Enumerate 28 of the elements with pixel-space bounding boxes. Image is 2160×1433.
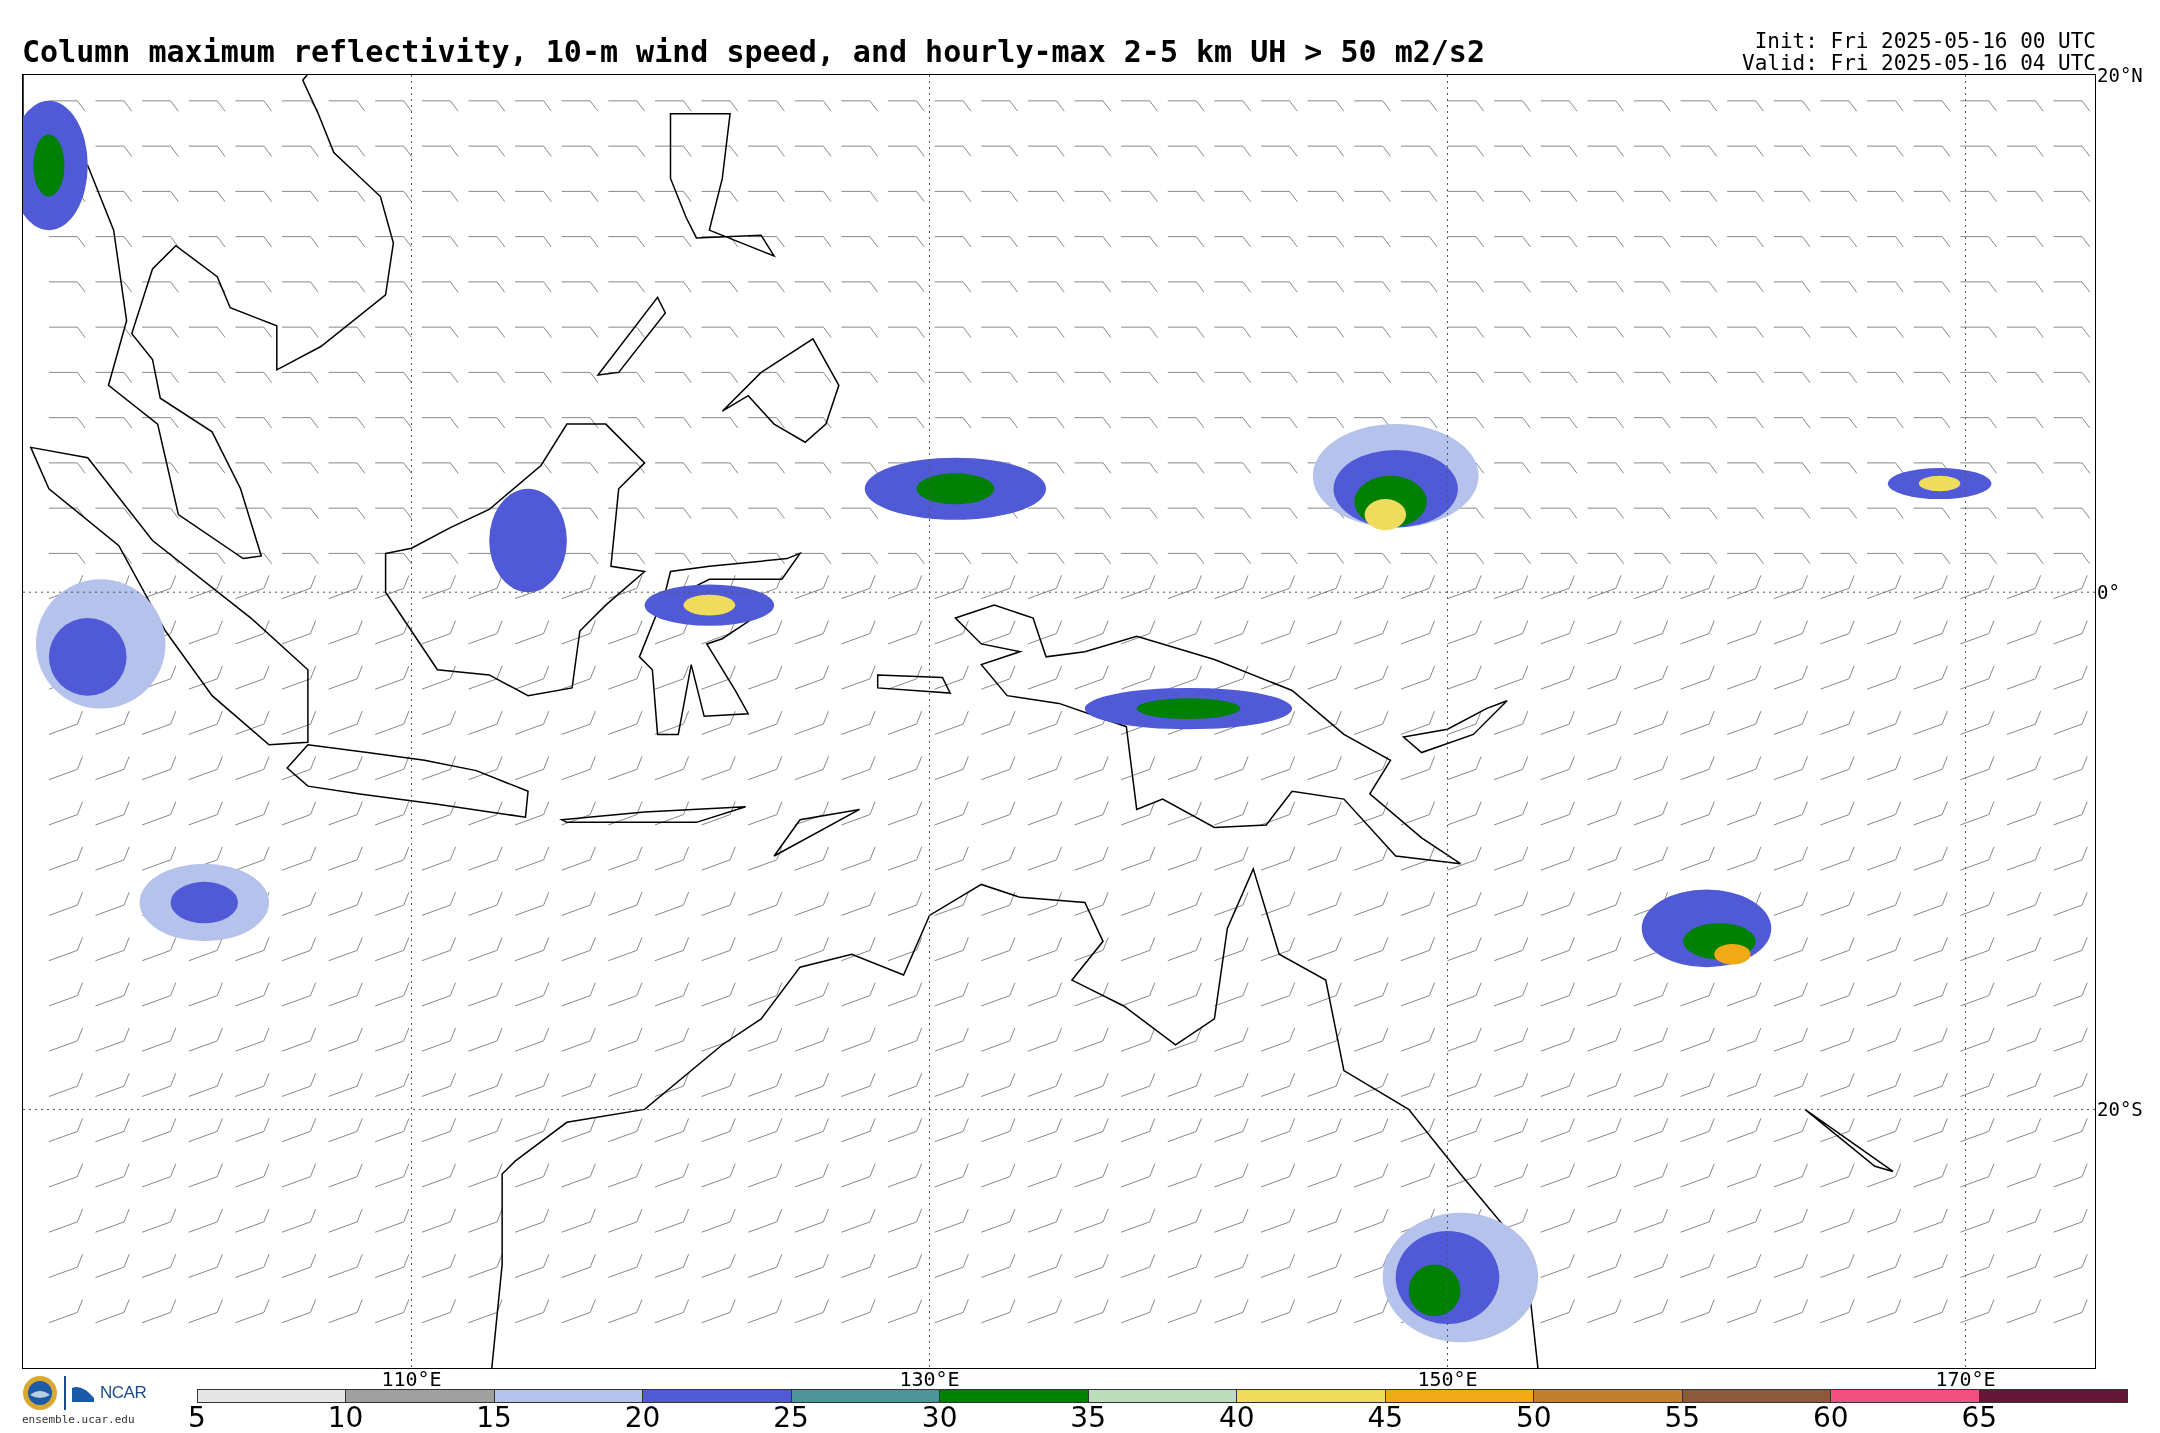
legend-label: 55	[1664, 1403, 1701, 1433]
swoosh-icon	[72, 1384, 94, 1402]
website-url: ensemble.ucar.edu	[22, 1413, 135, 1426]
legend-label: 15	[476, 1403, 512, 1433]
emblem-icon	[22, 1375, 58, 1411]
longitude-label: 130°E	[899, 1368, 960, 1390]
legend-label: 25	[773, 1403, 809, 1433]
latitude-label: 0°	[2097, 581, 2120, 604]
legend-label: 45	[1367, 1403, 1404, 1433]
legend-label: 30	[921, 1403, 958, 1433]
chart-title: Column maximum reflectivity, 10-m wind speed, and hourly-max 2-5 km UH > 50 m2/s2	[22, 33, 1485, 71]
longitude-label: 110°E	[381, 1368, 442, 1390]
latitude-label: 20°N	[2097, 64, 2143, 86]
divider-icon	[64, 1376, 66, 1410]
longitude-label: 170°E	[1935, 1368, 1996, 1390]
legend-label: 40	[1218, 1403, 1255, 1433]
legend-label: 65	[1961, 1403, 1998, 1433]
legend-label: 20	[624, 1403, 661, 1433]
longitude-label: 150°E	[1417, 1368, 1478, 1390]
legend-label: 5	[188, 1403, 206, 1433]
org-name: NCAR	[100, 1383, 147, 1403]
legend-label: 10	[327, 1403, 364, 1433]
latitude-label: 20°S	[2097, 1098, 2143, 1121]
init-time: Init: Fri 2025-05-16 00 UTC	[1754, 30, 2096, 52]
legend-label: 50	[1515, 1403, 1552, 1433]
valid-time: Valid: Fri 2025-05-16 04 UTC	[1742, 52, 2096, 74]
legend-label: 35	[1070, 1403, 1106, 1433]
legend-label: 60	[1813, 1403, 1849, 1433]
